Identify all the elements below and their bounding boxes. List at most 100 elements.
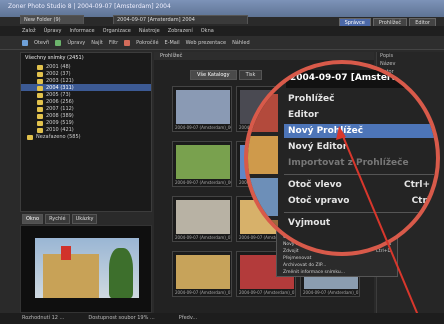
menu-item-label: Přejmenovat bbox=[283, 256, 312, 261]
magnified-menu-item[interactable]: Importovat z Prohlížeče bbox=[284, 156, 434, 170]
context-menu-item[interactable]: Archivovat do ZIP... bbox=[277, 262, 397, 269]
tab-all-catalogs[interactable]: Vše Katalogy bbox=[190, 70, 237, 80]
thumbnail[interactable]: 2004-09-07 (Amsterdam)_013 bbox=[172, 196, 232, 242]
status-text: Dostupnost soubor 19% ... bbox=[88, 315, 155, 321]
tree-item-label: 2005 (73) bbox=[46, 92, 71, 98]
toolbar: Otevři Úpravy Najít Filtr Pokročilé E-Ma… bbox=[0, 36, 444, 50]
open-button[interactable]: Otevři bbox=[34, 40, 49, 46]
menu-info[interactable]: Informace bbox=[69, 28, 94, 34]
menu-item-label: Archivovat do ZIP... bbox=[283, 263, 327, 268]
browser-tabs: Vše Katalogy Tisk bbox=[190, 70, 263, 80]
browser-header: Prohlížeč bbox=[154, 52, 374, 60]
tree-item-label: 2007 (112) bbox=[46, 106, 74, 112]
menu-tools[interactable]: Nástroje bbox=[139, 28, 160, 34]
magnified-menu-item[interactable]: Vyjmout bbox=[284, 216, 434, 230]
magnified-menu-item[interactable]: Prohlížeč bbox=[284, 92, 434, 106]
magnified-photo bbox=[248, 178, 278, 216]
advanced-icon bbox=[124, 39, 131, 46]
tab-album[interactable]: 2004-09-07 [Amsterdam] 2004 bbox=[113, 15, 248, 24]
tree-item-unsorted[interactable]: Nezařazeno (585) bbox=[21, 133, 151, 140]
magnified-menu-item[interactable]: Otoč vlevo Ctrl+ bbox=[284, 178, 434, 192]
tree-item[interactable]: 2009 (519) bbox=[21, 119, 151, 126]
menu-item-label: Nový Prohlížeč bbox=[288, 126, 364, 136]
folder-icon bbox=[37, 92, 43, 98]
thumbnail[interactable]: 2004-09-07 (Amsterdam)_009 bbox=[172, 141, 232, 187]
filter-button[interactable]: Filtr bbox=[109, 40, 118, 46]
magnified-menu-item[interactable]: Nový Editor bbox=[284, 140, 434, 154]
tab-quick[interactable]: Rychlé bbox=[45, 214, 70, 224]
menu-edit[interactable]: Úpravy bbox=[44, 28, 62, 34]
email-button[interactable]: E-Mail bbox=[165, 40, 180, 46]
tree-item[interactable]: 2001 (48) bbox=[21, 63, 151, 70]
find-button[interactable]: Najít bbox=[91, 40, 103, 46]
tree-item[interactable]: 2005 (73) bbox=[21, 91, 151, 98]
tab-samples[interactable]: Ukázky bbox=[71, 214, 98, 224]
status-text: Předv... bbox=[178, 315, 198, 321]
thumbnail-image bbox=[176, 255, 230, 289]
tree-item-label: 2006 (256) bbox=[46, 99, 74, 105]
magnified-menu-item[interactable]: Otoč vpravo Ctrl bbox=[284, 194, 434, 208]
menu-item-label: Zdvojit bbox=[283, 249, 299, 254]
tree-item[interactable]: 2006 (256) bbox=[21, 98, 151, 105]
tree-root[interactable]: Všechny snímky (2451) bbox=[21, 53, 151, 63]
tree-item-label: Nezařazeno (585) bbox=[36, 134, 81, 140]
tab-folder[interactable]: New Folder (9) bbox=[20, 15, 84, 24]
menu-separator bbox=[284, 174, 434, 175]
thumbnail-caption: 2004-09-07 (Amsterdam)_016 bbox=[175, 290, 231, 295]
menu-item-label: Importovat z Prohlížeče bbox=[288, 158, 409, 168]
folder-icon bbox=[37, 99, 43, 105]
status-bar: Rozhodnutí 12 ... Dostupnost soubor 19% … bbox=[0, 313, 444, 324]
tree-item[interactable]: 2008 (389) bbox=[21, 112, 151, 119]
preview-tree bbox=[109, 248, 133, 298]
tree-item[interactable]: 2002 (37) bbox=[21, 70, 151, 77]
tab-window[interactable]: Okno bbox=[22, 214, 44, 224]
tree-item[interactable]: 2004 (311) bbox=[21, 84, 151, 91]
tree-item-label: 2009 (519) bbox=[46, 120, 74, 126]
folder-icon bbox=[37, 78, 43, 84]
menu-view[interactable]: Zobrazení bbox=[168, 28, 193, 34]
tree-item[interactable]: 2003 (121) bbox=[21, 77, 151, 84]
tree-item-label: 2003 (121) bbox=[46, 78, 74, 84]
thumbnail[interactable]: 2004-09-07 (Amsterdam)_016 bbox=[172, 251, 232, 297]
folder-tree-panel: Všechny snímky (2451) 2001 (48) 2002 (37)… bbox=[20, 52, 152, 212]
preview-building bbox=[43, 254, 99, 298]
tree-item-label: 2002 (37) bbox=[46, 71, 71, 77]
menu-bar: Založ Úpravy Informace Organizace Nástro… bbox=[0, 26, 444, 36]
menu-item-shortcut: Ctrl bbox=[411, 196, 430, 206]
menu-file[interactable]: Založ bbox=[22, 28, 36, 34]
menu-item-shortcut: Ctrl+D bbox=[375, 249, 391, 254]
thumbnail-caption: 2004-09-07 (Amsterdam)_013 bbox=[175, 235, 231, 240]
menu-window[interactable]: Okna bbox=[201, 28, 214, 34]
preview-image bbox=[20, 225, 152, 313]
edit-button[interactable]: Úpravy bbox=[67, 40, 85, 46]
folder-icon bbox=[37, 113, 43, 119]
magnified-photo bbox=[248, 94, 278, 132]
tree-item-label: 2008 (389) bbox=[46, 113, 74, 119]
tree-item-label: 2004 (311) bbox=[46, 85, 74, 91]
thumbnail-caption: 2004-09-07 (Amsterdam)_004 bbox=[175, 125, 231, 130]
magnified-title: 2004-09-07 [Amsterdam]_00... bbox=[286, 70, 436, 88]
context-menu-item[interactable]: Změnit informace snímku... bbox=[277, 269, 397, 276]
thumbnail-image bbox=[176, 90, 230, 124]
advanced-button[interactable]: Pokročilé bbox=[136, 40, 158, 46]
thumbnail[interactable]: 2004-09-07 (Amsterdam)_004 bbox=[172, 86, 232, 132]
menu-item-shortcut: Ctrl+ bbox=[404, 180, 430, 190]
folder-icon bbox=[37, 71, 43, 77]
tree-item[interactable]: 2010 (421) bbox=[21, 126, 151, 133]
folder-icon bbox=[27, 134, 33, 140]
menu-item-label: Otoč vlevo bbox=[288, 180, 342, 190]
info-row: Název bbox=[380, 61, 396, 67]
tree-item[interactable]: 2007 (112) bbox=[21, 105, 151, 112]
magnified-photo bbox=[248, 220, 278, 252]
app-title: Zoner Photo Studio 8 | 2004-09-07 [Amste… bbox=[8, 3, 171, 10]
preview-button[interactable]: Náhled bbox=[232, 40, 250, 46]
panel-tabs: Okno Rychlé Ukázky bbox=[20, 214, 152, 224]
web-presentation-button[interactable]: Web prezentace bbox=[186, 40, 226, 46]
magnified-menu-item[interactable]: Nový Prohlížeč bbox=[284, 124, 434, 138]
thumbnail-caption: 2004-09-07 (Amsterdam)_017 bbox=[239, 290, 295, 295]
magnified-menu-item[interactable]: Editor bbox=[284, 108, 434, 122]
tab-print[interactable]: Tisk bbox=[238, 70, 263, 80]
magnified-photo bbox=[248, 136, 278, 174]
menu-organize[interactable]: Organizace bbox=[103, 28, 131, 34]
context-menu-item[interactable]: Přejmenovat bbox=[277, 255, 397, 262]
